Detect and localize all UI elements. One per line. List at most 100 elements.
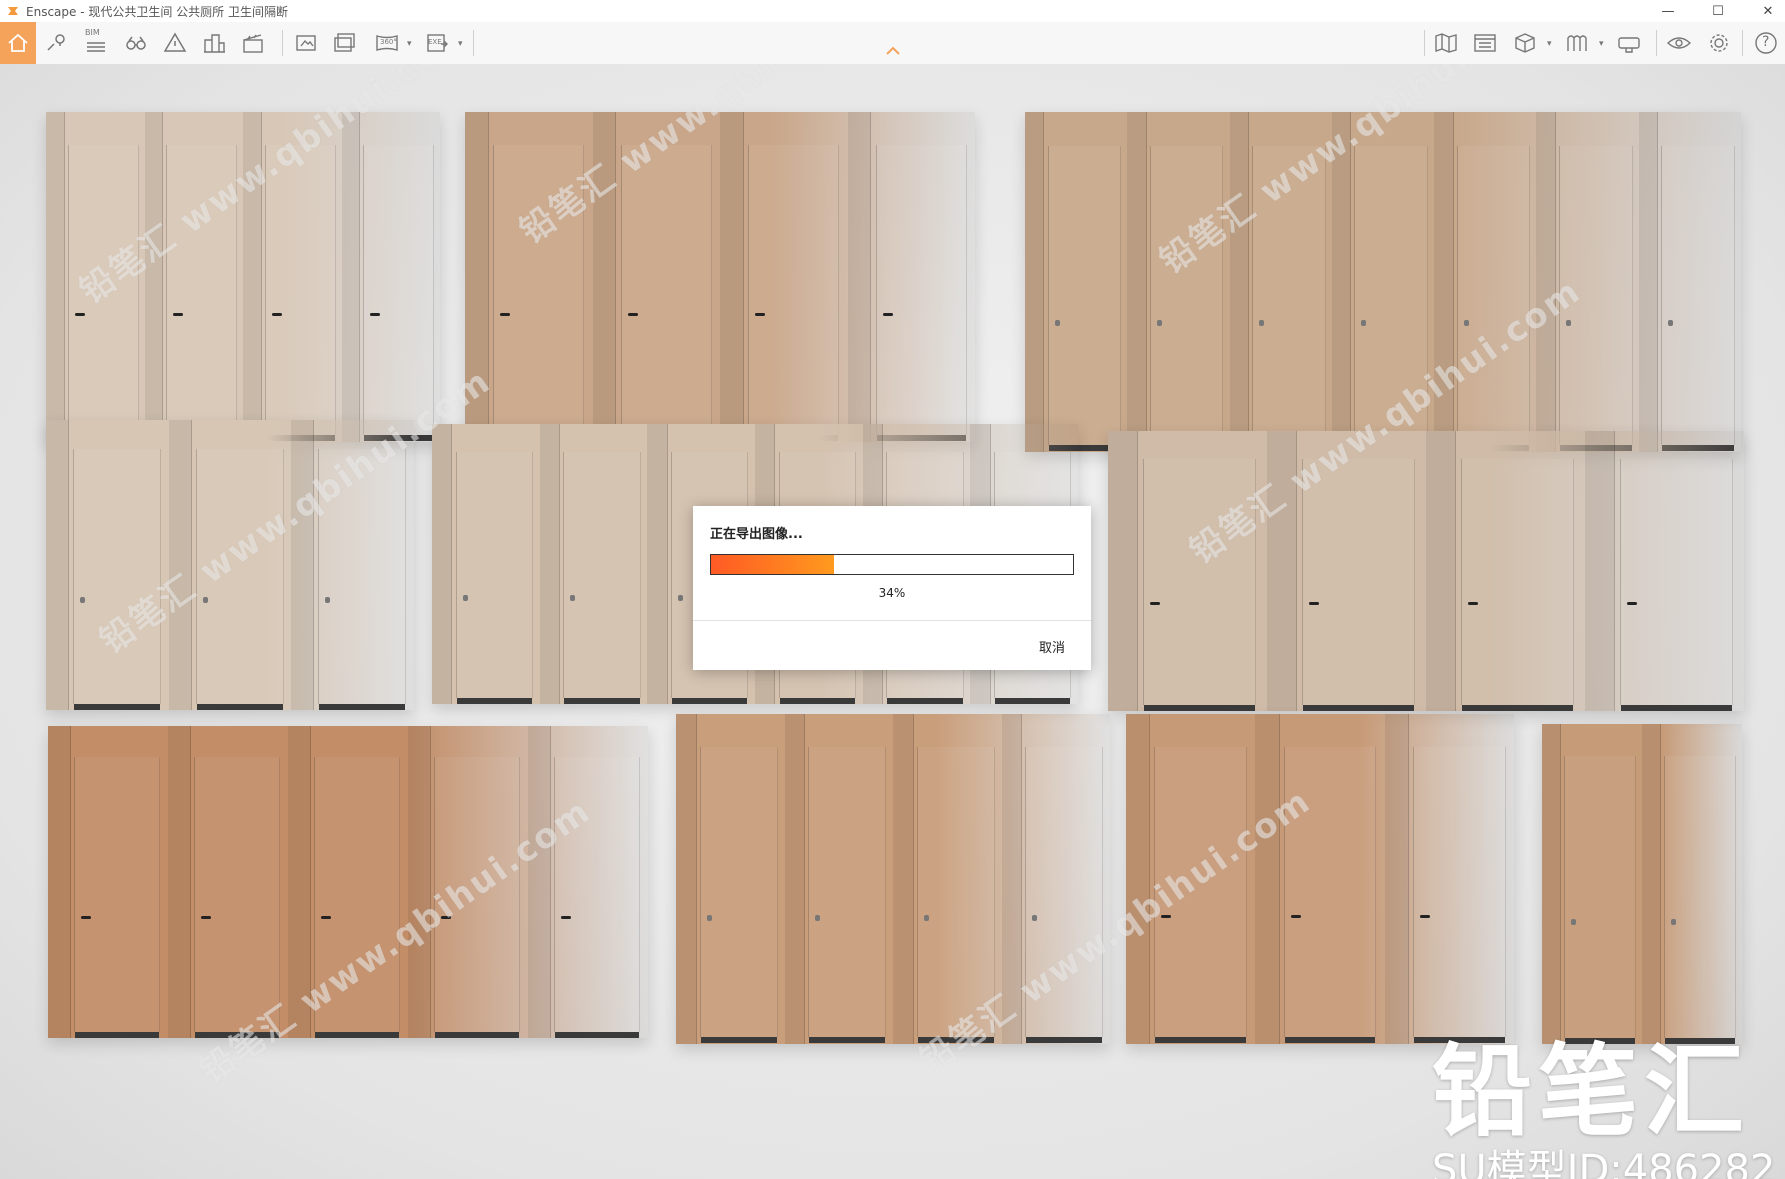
material-button[interactable] (1560, 26, 1594, 60)
partition-door (318, 449, 407, 711)
vr-headset-button[interactable] (1612, 26, 1646, 60)
partition-pilaster (1025, 112, 1045, 452)
partition-door (1154, 747, 1247, 1044)
visual-settings-button[interactable] (1662, 26, 1696, 60)
partition-door (1252, 146, 1326, 452)
door-handle (500, 313, 511, 317)
partition-door (563, 452, 641, 705)
progress-bar (710, 554, 1074, 575)
partition-pilaster (243, 112, 262, 442)
chevron-down-icon[interactable]: ▾ (1547, 39, 1552, 49)
partition-foot (196, 704, 283, 711)
chevron-down-icon[interactable]: ▾ (458, 39, 463, 49)
toilet-partition-model (46, 112, 440, 442)
partition-pilaster (408, 726, 431, 1038)
partition-pilaster (893, 714, 914, 1044)
chevron-down-icon[interactable]: ▾ (407, 39, 412, 49)
title-bar: Enscape - 现代公共卫生间 公共厕所 卫生间隔断 — ☐ ✕ (0, 0, 1785, 22)
partition-foot (887, 698, 963, 705)
door-handle (1308, 601, 1319, 605)
minimize-button[interactable]: — (1650, 0, 1686, 22)
enscape-logo-icon (8, 7, 18, 15)
partition-pilaster (1426, 431, 1456, 711)
partition-pilaster (1229, 112, 1249, 452)
partition-door (875, 145, 967, 442)
partition-pilaster (168, 726, 191, 1038)
door-handle (1161, 915, 1172, 919)
partition-pilaster (1108, 431, 1138, 711)
partition-pilaster (288, 726, 311, 1038)
door-handle (627, 313, 638, 317)
batch-render-button[interactable] (328, 26, 362, 60)
partition-door (554, 757, 641, 1038)
partition-foot (564, 698, 640, 705)
toilet-partition-model (48, 726, 648, 1038)
door-handle (1149, 601, 1160, 605)
partition-pilaster (1001, 714, 1023, 1044)
map-button[interactable] (1429, 26, 1463, 60)
door-handle (1626, 601, 1637, 605)
toilet-partition-model (1025, 112, 1741, 452)
door-handle (1420, 915, 1431, 919)
help-button[interactable]: ? (1749, 26, 1783, 60)
partition-foot (1155, 1037, 1246, 1044)
partition-foot (319, 704, 406, 711)
partition-pilaster (676, 714, 697, 1044)
warning-icon (163, 32, 187, 52)
door-handle (1361, 319, 1367, 326)
bim-button[interactable]: BIM (79, 26, 113, 60)
warning-button[interactable] (158, 26, 192, 60)
door-handle (325, 597, 331, 603)
buildings-button[interactable] (197, 26, 231, 60)
screenshot-button[interactable] (289, 26, 323, 60)
partition-pilaster (341, 112, 361, 442)
partition-door (1558, 146, 1633, 452)
door-handle (271, 313, 282, 317)
close-button[interactable]: ✕ (1750, 0, 1785, 22)
partition-pilaster (647, 424, 668, 704)
map-icon (1435, 33, 1457, 53)
sync-views-button[interactable] (1468, 26, 1502, 60)
partition-door (748, 145, 840, 442)
door-handle (1467, 601, 1478, 605)
binoculars-button[interactable] (119, 26, 153, 60)
partition-door (493, 145, 585, 442)
partition-pilaster (291, 420, 315, 710)
asset-library-icon (1515, 33, 1535, 53)
partition-foot (1284, 1037, 1376, 1044)
chevron-down-icon[interactable]: ▾ (1599, 39, 1604, 49)
partition-pilaster (1638, 112, 1659, 452)
partition-door (72, 449, 161, 711)
binoculars-icon (126, 36, 146, 50)
door-handle (755, 313, 766, 317)
door-handle (202, 597, 208, 603)
panorama-button[interactable]: 360° (370, 26, 404, 60)
partition-foot (672, 698, 748, 705)
partition-door (314, 757, 401, 1038)
partition-door (166, 145, 238, 442)
maximize-button[interactable]: ☐ (1700, 0, 1736, 22)
clapper-button[interactable] (236, 26, 270, 60)
sync-views-icon (1474, 34, 1496, 52)
vr-headset-icon (1618, 37, 1640, 53)
cancel-button[interactable]: 取消 (1039, 637, 1065, 656)
partition-door (1283, 747, 1377, 1044)
partition-pilaster (144, 112, 164, 442)
location-button[interactable] (40, 26, 74, 60)
partition-door (1025, 747, 1104, 1044)
partition-pilaster (1126, 714, 1151, 1044)
export-exe-button[interactable]: EXE (420, 26, 454, 60)
settings-button[interactable] (1702, 26, 1736, 60)
partition-door (1354, 146, 1428, 452)
partition-foot (73, 704, 160, 711)
collapse-toolbar-icon[interactable] (884, 44, 902, 58)
door-handle (74, 313, 85, 317)
door-handle (173, 313, 184, 317)
material-icon (1567, 35, 1587, 51)
home-button[interactable] (0, 22, 36, 64)
partition-pilaster (46, 112, 65, 442)
asset-library-button[interactable] (1508, 26, 1542, 60)
batch-render-icon (334, 33, 355, 52)
partition-door (620, 145, 712, 442)
toilet-partition-model (46, 420, 414, 711)
